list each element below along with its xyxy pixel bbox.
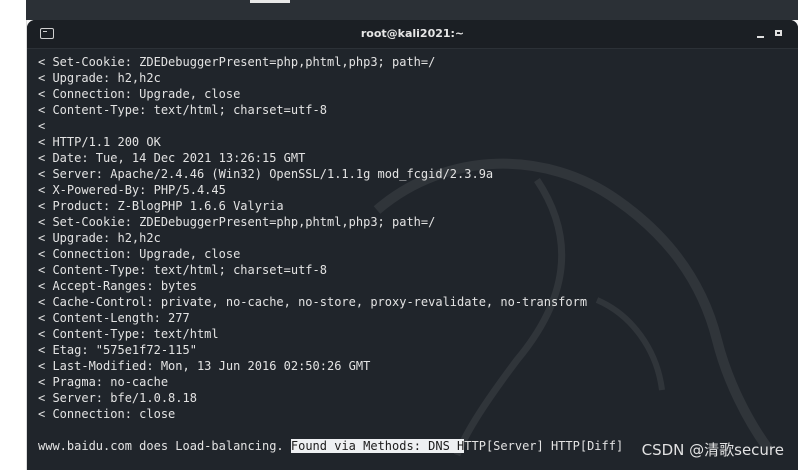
output-line: < HTTP/1.1 200 OK (38, 135, 161, 149)
output-line: < Content-Type: text/html; charset=utf-8 (38, 103, 327, 117)
output-line: < Content-Length: 277 (38, 311, 190, 325)
terminal-output[interactable]: < Set-Cookie: ZDEDebuggerPresent=php,pht… (38, 54, 788, 422)
output-line: < Set-Cookie: ZDEDebuggerPresent=php,pht… (38, 55, 436, 69)
csdn-watermark: CSDN @清歌secure (641, 441, 784, 459)
whatweb-result-line[interactable]: www.baidu.com does Load-balancing. Found… (38, 438, 623, 454)
output-line: < Last-Modified: Mon, 13 Jun 2016 02:50:… (38, 359, 371, 373)
background-tab-highlight (250, 0, 290, 3)
result-prefix: www.baidu.com does Load-balancing. (38, 439, 291, 453)
output-line: < Pragma: no-cache (38, 375, 169, 389)
output-line: < Connection: Upgrade, close (38, 87, 241, 101)
background-window-band (26, 0, 798, 20)
background-window-left-edge (0, 20, 27, 470)
terminal-window[interactable]: root@kali2021:~ < Set-Cookie: ZDEDebugge… (27, 20, 798, 470)
result-suffix: TTP[Server] HTTP[Diff] (464, 439, 624, 453)
output-line: < (38, 119, 46, 133)
top-window-strip (0, 0, 798, 20)
output-line: < Upgrade: h2,h2c (38, 231, 161, 245)
minimize-icon[interactable] (755, 27, 767, 39)
output-line: < Set-Cookie: ZDEDebuggerPresent=php,pht… (38, 215, 436, 229)
output-line: < Connection: close (38, 407, 176, 421)
output-line: < Connection: Upgrade, close (38, 247, 241, 261)
window-title: root@kali2021:~ (360, 27, 465, 40)
output-line: < Server: bfe/1.0.8.18 (38, 391, 197, 405)
output-line: < Upgrade: h2,h2c (38, 71, 161, 85)
output-line: < Etag: "575e1f72-115" (38, 343, 197, 357)
selected-text[interactable]: Found via Methods: DNS H (290, 439, 465, 453)
output-line: < Content-Type: text/html; charset=utf-8 (38, 263, 327, 277)
output-line: < X-Powered-By: PHP/5.4.45 (38, 183, 226, 197)
terminal-titlebar[interactable]: root@kali2021:~ (27, 20, 798, 49)
background-window-edge (0, 0, 26, 20)
output-line: < Content-Type: text/html (38, 327, 219, 341)
desktop-screen: root@kali2021:~ < Set-Cookie: ZDEDebugge… (0, 0, 798, 470)
maximize-icon[interactable] (773, 27, 785, 39)
output-line: < Date: Tue, 14 Dec 2021 13:26:15 GMT (38, 151, 306, 165)
output-line: < Cache-Control: private, no-cache, no-s… (38, 295, 588, 309)
output-line: < Server: Apache/2.4.46 (Win32) OpenSSL/… (38, 167, 494, 181)
output-line: < Accept-Ranges: bytes (38, 279, 197, 293)
output-line: < Product: Z-BlogPHP 1.6.6 Valyria (38, 199, 284, 213)
